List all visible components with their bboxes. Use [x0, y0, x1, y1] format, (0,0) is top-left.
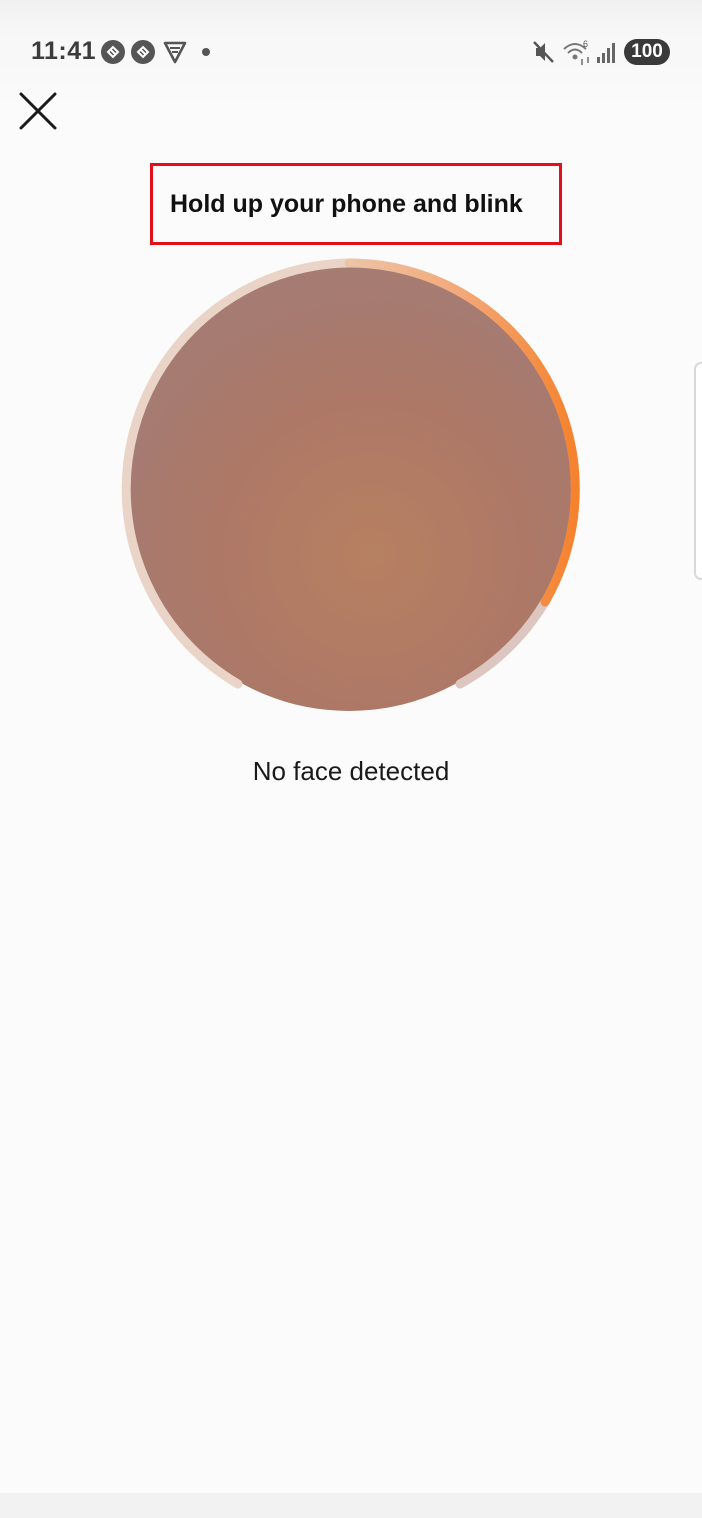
svg-text:6: 6 [583, 39, 588, 49]
battery-level: 100 [631, 41, 663, 62]
status-time: 11:41 [31, 37, 97, 65]
notification-dot [202, 48, 210, 56]
face-capture-ring [121, 258, 580, 711]
close-button[interactable] [14, 87, 62, 135]
instruction-text: Hold up your phone and blink [170, 189, 523, 218]
wifi-icon: 6 [563, 39, 589, 65]
edge-panel-handle[interactable] [694, 362, 702, 580]
face-status-text: No face detected [252, 756, 450, 786]
camera-preview [116, 256, 582, 722]
close-icon [19, 92, 57, 130]
signal-icon [597, 43, 615, 63]
navigation-bar [0, 1493, 702, 1518]
status-bar: 11:41 6 100 [0, 0, 702, 100]
instruction-highlight: Hold up your phone and blink [150, 163, 562, 245]
app-notification-icon [101, 40, 125, 64]
battery-icon: 100 [624, 39, 670, 65]
vpn-shield-icon [163, 41, 187, 64]
mute-icon [533, 41, 554, 63]
app-notification-icon-2 [131, 40, 155, 64]
